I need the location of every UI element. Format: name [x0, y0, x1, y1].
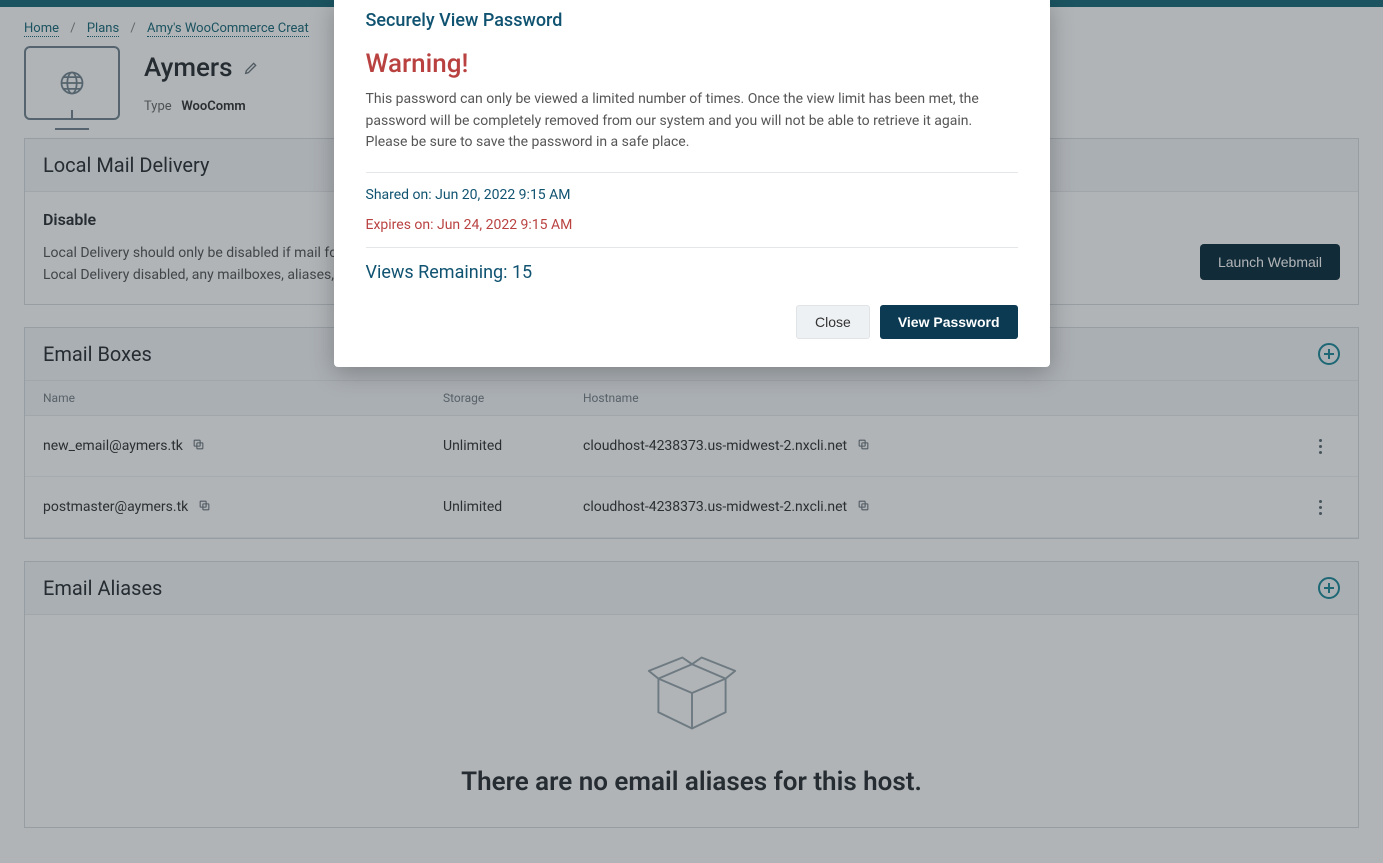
password-modal: Securely View Password Warning! This pas… — [334, 0, 1050, 367]
modal-shared-on: Shared on: Jun 20, 2022 9:15 AM — [366, 187, 1018, 203]
modal-views-remaining: Views Remaining: 15 — [366, 262, 1018, 283]
modal-divider — [366, 247, 1018, 248]
modal-body: This password can only be viewed a limit… — [366, 89, 1018, 154]
close-button[interactable]: Close — [796, 305, 870, 339]
modal-divider — [366, 172, 1018, 173]
modal-expires-on: Expires on: Jun 24, 2022 9:15 AM — [366, 217, 1018, 233]
modal-warning-heading: Warning! — [366, 49, 1018, 79]
view-password-button[interactable]: View Password — [880, 305, 1018, 339]
modal-title: Securely View Password — [366, 10, 1018, 31]
